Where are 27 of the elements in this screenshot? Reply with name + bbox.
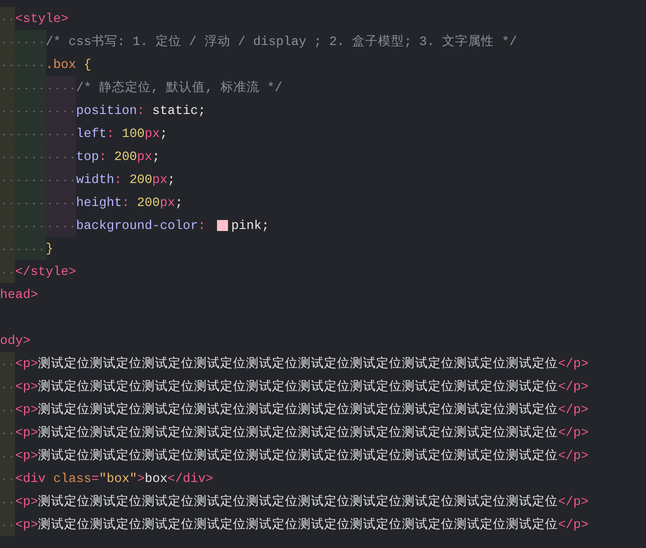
code-line: width: 200px;: [76, 171, 176, 189]
code-line: top: 200px;: [76, 148, 160, 166]
code-line: height: 200px;: [76, 194, 183, 212]
code-line: <p>测试定位测试定位测试定位测试定位测试定位测试定位测试定位测试定位测试定位测试定位</p>: [15, 355, 589, 373]
code-line: <p>测试定位测试定位测试定位测试定位测试定位测试定位测试定位测试定位测试定位测试定位</p>: [15, 401, 589, 419]
code-line: .box {: [46, 56, 92, 74]
code-line: pink;: [231, 217, 270, 235]
code-line: <style>: [15, 10, 69, 28]
code-line: background-color:: [76, 217, 207, 235]
code-line: <p>测试定位测试定位测试定位测试定位测试定位测试定位测试定位测试定位测试定位测试定位</p>: [15, 378, 589, 396]
code-line: </style>: [15, 263, 76, 281]
indent-guide: [46, 214, 76, 237]
code-line: ody>: [0, 332, 30, 350]
code-line: left: 100px;: [76, 125, 168, 143]
code-line: /* css书写: 1. 定位 / 浮动 / display ; 2. 盒子模型; 3. 文字属性 */: [46, 33, 517, 51]
code-line: <p>测试定位测试定位测试定位测试定位测试定位测试定位测试定位测试定位测试定位测试定位</p>: [15, 493, 589, 511]
code-line: <p>测试定位测试定位测试定位测试定位测试定位测试定位测试定位测试定位测试定位测试定位</p>: [15, 516, 589, 534]
code-line: <p>测试定位测试定位测试定位测试定位测试定位测试定位测试定位测试定位测试定位测试定位</p>: [15, 447, 589, 465]
code-line: <div class="box">box</div>: [15, 470, 214, 488]
code-line: }: [46, 240, 54, 258]
indent-guide: [46, 76, 76, 99]
code-line: position: static;: [76, 102, 206, 120]
indent-guide: [0, 513, 16, 536]
code-line: /* 静态定位, 默认值, 标准流 */: [76, 79, 282, 97]
code-line: head>: [0, 286, 38, 304]
code-line: <p>测试定位测试定位测试定位测试定位测试定位测试定位测试定位测试定位测试定位测试定位</p>: [15, 424, 589, 442]
indent-guide: [0, 352, 16, 375]
